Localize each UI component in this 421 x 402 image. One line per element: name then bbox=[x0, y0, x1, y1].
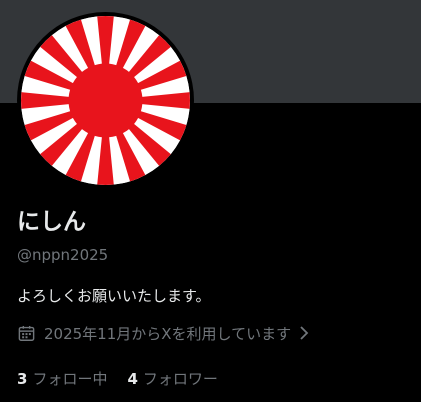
profile-bio: よろしくお願いいたします。 bbox=[17, 287, 211, 305]
following-link[interactable]: 3 フォロー中 bbox=[17, 369, 107, 389]
followers-label: フォロワー bbox=[142, 370, 218, 388]
profile-handle: @nppn2025 bbox=[17, 246, 109, 264]
profile-display-name: にしん bbox=[17, 209, 86, 235]
follow-stats: 3 フォロー中 4 フォロワー bbox=[17, 369, 218, 389]
following-label: フォロー中 bbox=[32, 370, 108, 388]
calendar-icon bbox=[18, 325, 35, 341]
rising-sun-icon bbox=[21, 16, 190, 185]
joined-date-text: 2025年11月からXを利用しています bbox=[44, 324, 292, 343]
profile-avatar[interactable] bbox=[17, 12, 194, 189]
followers-count: 4 bbox=[127, 370, 138, 388]
following-count: 3 bbox=[17, 370, 28, 388]
chevron-right-icon bbox=[300, 326, 309, 340]
followers-link[interactable]: 4 フォロワー bbox=[127, 369, 217, 389]
rising-sun-avatar-image bbox=[21, 16, 190, 185]
joined-date-link[interactable]: 2025年11月からXを利用しています bbox=[17, 322, 311, 344]
